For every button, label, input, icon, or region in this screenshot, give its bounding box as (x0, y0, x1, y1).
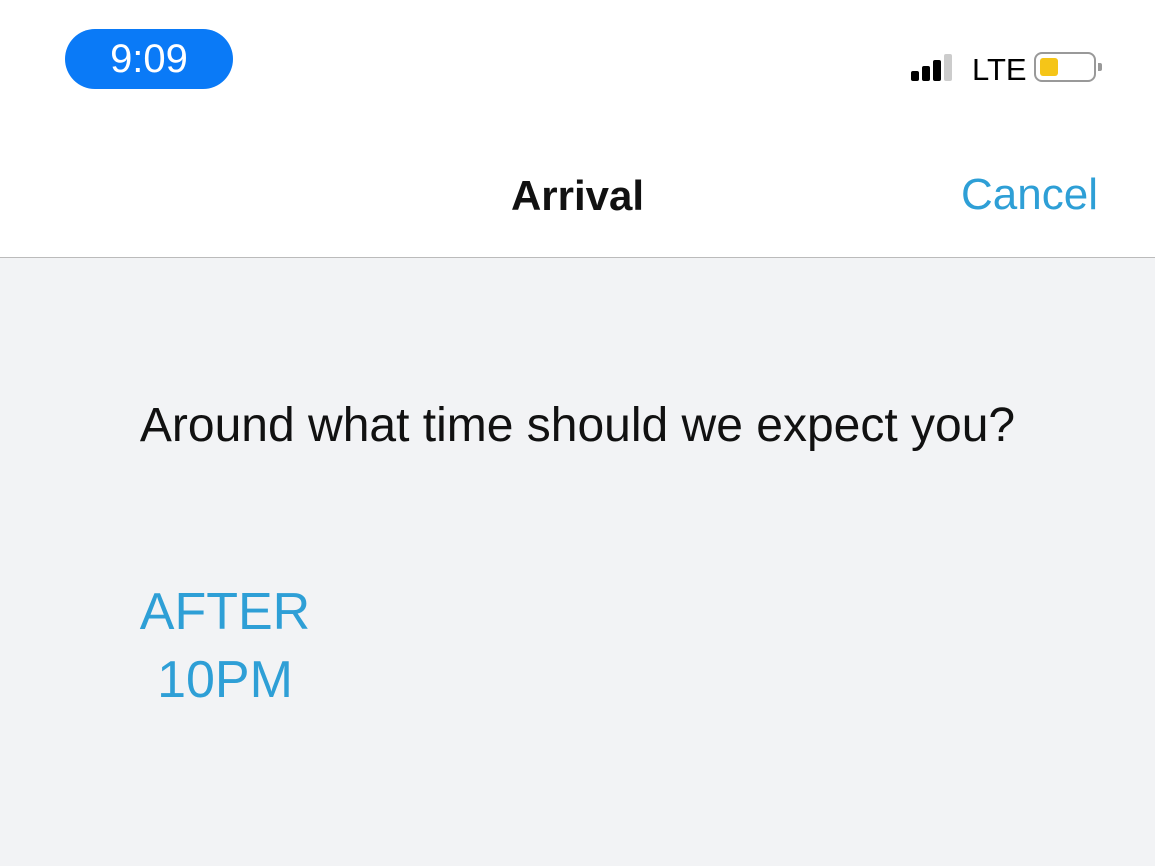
option-line1: AFTER (139, 583, 311, 641)
option-after-10pm[interactable]: AFTER 10PM (120, 578, 330, 714)
question-text: Around what time should we expect you? (139, 399, 1016, 452)
cancel-button[interactable]: Cancel (961, 170, 1098, 220)
network-label: LTE (972, 52, 1027, 87)
option-line2: 10PM (157, 651, 293, 709)
status-bar: 9:09 LTE (0, 0, 1155, 130)
nav-bar: Arrival Cancel (0, 130, 1155, 258)
clock: 9:09 (65, 29, 233, 89)
battery-icon (1034, 52, 1102, 82)
signal-icon (911, 54, 952, 81)
